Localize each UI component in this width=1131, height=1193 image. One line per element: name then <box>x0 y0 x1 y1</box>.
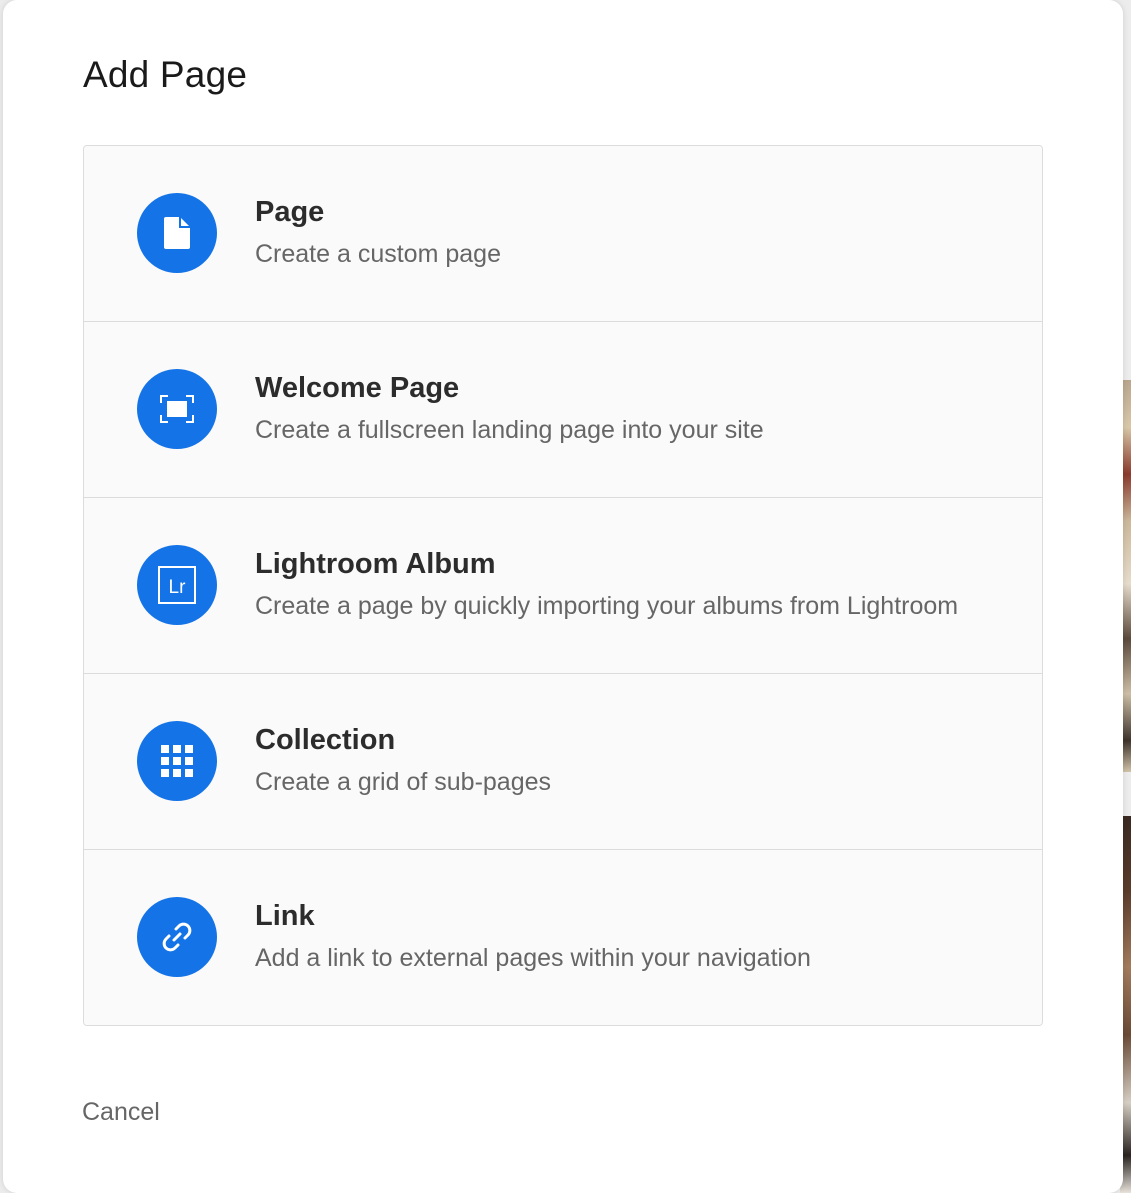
lightroom-icon-label: Lr <box>169 577 187 598</box>
page-type-list: Page Create a custom page Welcome Page C… <box>83 145 1043 1026</box>
option-title: Collection <box>255 724 396 756</box>
option-welcome-page[interactable]: Welcome Page Create a fullscreen landing… <box>84 322 1042 498</box>
option-page[interactable]: Page Create a custom page <box>84 146 1042 322</box>
grid-icon <box>137 721 217 801</box>
option-description: Create a fullscreen landing page into yo… <box>255 416 764 444</box>
add-page-dialog: Add Page Page Create a custom page Welco… <box>3 0 1123 1193</box>
link-icon <box>137 897 217 977</box>
dialog-title: Add Page <box>83 54 248 95</box>
option-title: Welcome Page <box>255 372 460 404</box>
option-link[interactable]: Link Add a link to external pages within… <box>84 850 1042 1025</box>
option-title: Link <box>255 900 315 932</box>
option-title: Lightroom Album <box>255 548 496 580</box>
option-title: Page <box>255 196 325 228</box>
option-description: Add a link to external pages within your… <box>255 944 811 972</box>
option-description: Create a grid of sub-pages <box>255 768 552 796</box>
option-collection[interactable]: Collection Create a grid of sub-pages <box>84 674 1042 850</box>
option-lightroom-album[interactable]: Lr Lightroom Album Create a page by quic… <box>84 498 1042 674</box>
option-description: Create a page by quickly importing your … <box>255 592 959 620</box>
fullscreen-icon <box>137 369 217 449</box>
cancel-button[interactable]: Cancel <box>82 1098 160 1127</box>
option-description: Create a custom page <box>255 240 501 268</box>
lightroom-icon: Lr <box>137 545 217 625</box>
page-icon <box>137 193 217 273</box>
